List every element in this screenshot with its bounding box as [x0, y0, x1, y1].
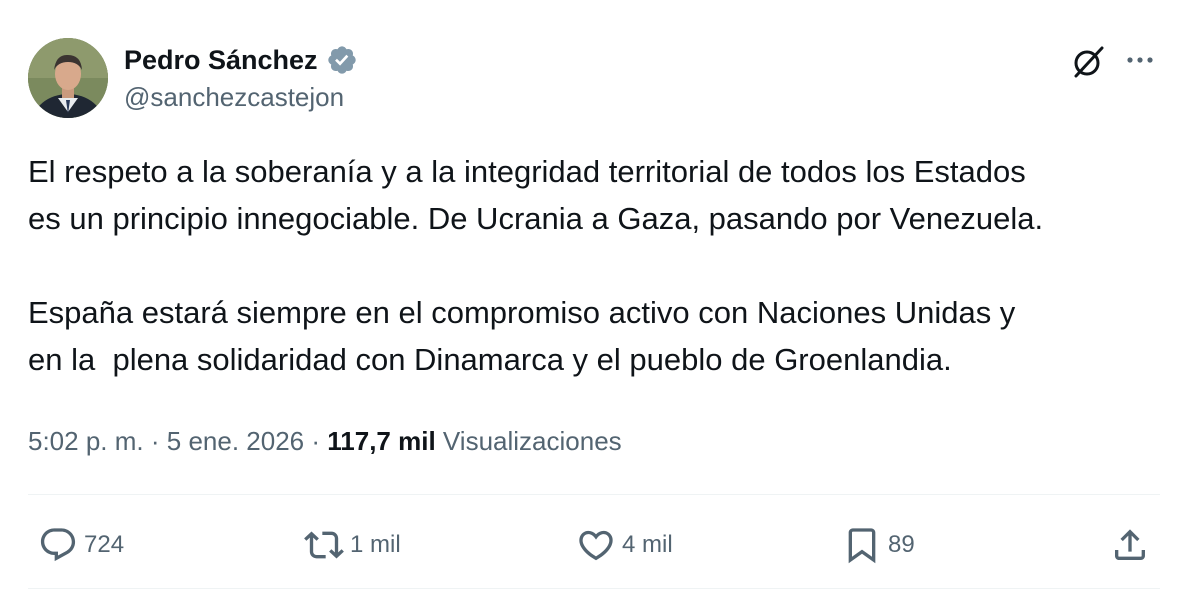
- grok-icon[interactable]: [1068, 42, 1108, 82]
- avatar-image: [28, 38, 108, 118]
- bookmark-button[interactable]: 89: [842, 522, 915, 568]
- author-handle[interactable]: @sanchezcastejon: [124, 82, 344, 113]
- post-date[interactable]: 5 ene. 2026: [167, 426, 304, 456]
- avatar[interactable]: [28, 38, 108, 118]
- bookmark-count: 89: [888, 531, 915, 558]
- reply-icon: [38, 525, 78, 565]
- divider: [28, 588, 1160, 589]
- author-name-row: Pedro Sánchez: [124, 42, 358, 78]
- share-button[interactable]: [1110, 522, 1150, 568]
- bookmark-icon: [842, 525, 882, 565]
- action-bar: 724 1 mil 4 mil 89: [0, 522, 1192, 568]
- reply-button[interactable]: 724: [38, 522, 124, 568]
- meta-separator: ·: [150, 426, 160, 456]
- like-icon: [576, 525, 616, 565]
- more-options-icon[interactable]: [1122, 44, 1158, 76]
- views-label: Visualizaciones: [442, 426, 622, 456]
- share-icon: [1110, 525, 1150, 565]
- like-button[interactable]: 4 mil: [576, 522, 673, 568]
- author-display-name[interactable]: Pedro Sánchez: [124, 45, 318, 76]
- post-paragraph-1: El respeto a la soberanía y a la integri…: [28, 154, 1044, 236]
- verified-badge-icon[interactable]: [326, 44, 358, 76]
- divider: [28, 494, 1160, 495]
- meta-separator: ·: [311, 426, 321, 456]
- repost-count: 1 mil: [350, 531, 401, 558]
- reply-count: 724: [84, 531, 125, 558]
- post-paragraph-2: España estará siempre en el compromiso a…: [28, 295, 1016, 377]
- repost-icon: [304, 525, 344, 565]
- post-metadata: 5:02 p. m. · 5 ene. 2026 · 117,7 mil Vis…: [28, 420, 622, 462]
- views-count: 117,7 mil: [327, 426, 436, 456]
- post-time[interactable]: 5:02 p. m.: [28, 426, 144, 456]
- tweet: Pedro Sánchez @sanchezcastejon El respet…: [0, 0, 1192, 594]
- post-text: El respeto a la soberanía y a la integri…: [28, 148, 1168, 383]
- like-count: 4 mil: [622, 531, 673, 558]
- repost-button[interactable]: 1 mil: [304, 522, 401, 568]
